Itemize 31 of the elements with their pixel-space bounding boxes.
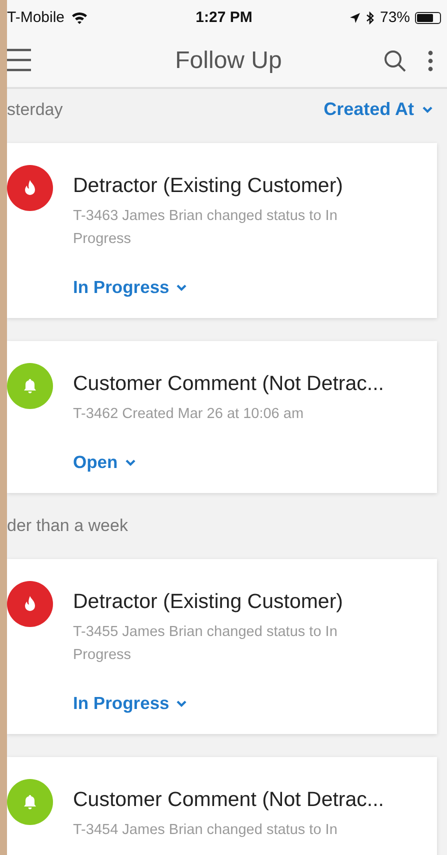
card-subtitle: T-3463 James Brian changed status to In Progress — [73, 207, 338, 249]
status-dropdown[interactable]: In Progress — [73, 277, 188, 298]
menu-icon — [7, 48, 33, 72]
more-button[interactable] — [428, 50, 433, 72]
chevron-down-icon — [124, 458, 136, 466]
section-label: sterday — [7, 100, 64, 120]
card-title: Detractor (Existing Customer) — [73, 173, 344, 199]
sort-dropdown[interactable]: Created At — [324, 99, 433, 120]
card-title: Customer Comment (Not Detrac... — [73, 371, 385, 397]
wifi-icon — [70, 11, 88, 24]
carrier-name: T-Mobile — [7, 9, 65, 26]
battery-percent: 73% — [380, 9, 410, 26]
status-dropdown[interactable]: Open — [73, 452, 136, 473]
card-title: Detractor (Existing Customer) — [73, 589, 344, 615]
clock-time: 1:27 PM — [196, 9, 252, 26]
chevron-down-icon — [176, 700, 188, 708]
card-subtitle: T-3462 Created Mar 26 at 10:06 am — [73, 405, 305, 424]
search-icon — [384, 50, 406, 72]
section-label: der than a week — [7, 516, 129, 536]
status-dropdown[interactable]: In Progress — [73, 693, 188, 714]
battery-icon — [415, 12, 442, 24]
card-subtitle: T-3455 James Brian changed status to In Progress — [73, 623, 338, 665]
chevron-down-icon — [176, 284, 188, 292]
more-icon — [428, 50, 433, 72]
page-title: Follow Up — [174, 47, 283, 75]
search-button[interactable] — [384, 50, 406, 72]
card-title: Customer Comment (Not Detrac... — [73, 787, 385, 813]
location-arrow-icon — [348, 12, 361, 24]
card-subtitle: T-3454 James Brian changed status to In — [73, 821, 338, 840]
bluetooth-icon — [366, 10, 375, 24]
chevron-down-icon — [422, 106, 433, 114]
